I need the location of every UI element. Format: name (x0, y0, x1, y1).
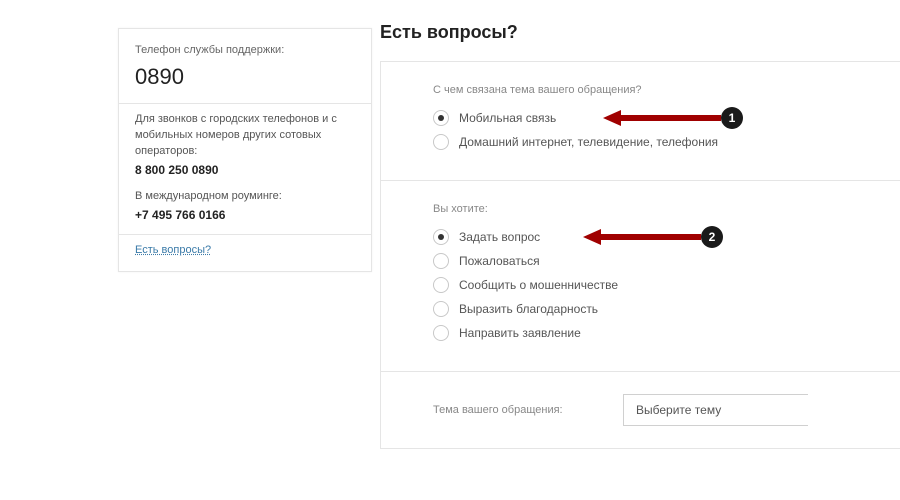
roaming-phone: +7 495 766 0166 (135, 207, 355, 224)
radio-label: Мобильная связь (459, 111, 556, 125)
topic-option-home[interactable]: Домашний интернет, телевидение, телефони… (433, 134, 870, 150)
annotation-arrow-2: 2 (583, 226, 723, 248)
radio-icon[interactable] (433, 325, 449, 341)
radio-icon[interactable] (433, 229, 449, 245)
form-panel: С чем связана тема вашего обращения? Моб… (380, 61, 900, 449)
annotation-arrow-1: 1 (603, 107, 743, 129)
radio-icon[interactable] (433, 134, 449, 150)
subject-section: Тема вашего обращения: Выберите тему (381, 372, 900, 448)
topic-option-mobile[interactable]: Мобильная связь 1 (433, 110, 870, 126)
radio-label: Выразить благодарность (459, 302, 598, 316)
intent-option-thanks[interactable]: Выразить благодарность (433, 301, 870, 317)
radio-label: Сообщить о мошенничестве (459, 278, 618, 292)
support-box: Телефон службы поддержки: 0890 Для звонк… (118, 28, 372, 272)
annotation-badge-2: 2 (701, 226, 723, 248)
topic-section: С чем связана тема вашего обращения? Моб… (381, 62, 900, 181)
subject-label: Тема вашего обращения: (433, 404, 623, 416)
intent-option-complain[interactable]: Пожаловаться (433, 253, 870, 269)
radio-label: Домашний интернет, телевидение, телефони… (459, 135, 718, 149)
radio-label: Пожаловаться (459, 254, 540, 268)
subject-select[interactable]: Выберите тему (623, 394, 808, 426)
intent-option-fraud[interactable]: Сообщить о мошенничестве (433, 277, 870, 293)
radio-icon[interactable] (433, 253, 449, 269)
faq-link[interactable]: Есть вопросы? (135, 244, 211, 256)
radio-icon[interactable] (433, 277, 449, 293)
radio-label: Направить заявление (459, 326, 581, 340)
page-title: Есть вопросы? (380, 22, 900, 43)
topic-question: С чем связана тема вашего обращения? (433, 84, 870, 96)
intent-option-statement[interactable]: Направить заявление (433, 325, 870, 341)
support-phone-label: Телефон службы поддержки: (135, 43, 355, 59)
radio-icon[interactable] (433, 301, 449, 317)
roaming-note: В международном роуминге: (135, 189, 355, 205)
intent-option-ask[interactable]: Задать вопрос 2 (433, 229, 870, 245)
intent-question: Вы хотите: (433, 203, 870, 215)
intent-section: Вы хотите: Задать вопрос 2 Пожаловаться … (381, 181, 900, 372)
landline-phone: 8 800 250 0890 (135, 162, 355, 179)
annotation-badge-1: 1 (721, 107, 743, 129)
main-form: Есть вопросы? С чем связана тема вашего … (380, 22, 900, 449)
radio-icon[interactable] (433, 110, 449, 126)
support-phone-number: 0890 (135, 61, 355, 93)
landline-note: Для звонков с городских телефонов и с мо… (135, 112, 355, 160)
radio-label: Задать вопрос (459, 230, 540, 244)
